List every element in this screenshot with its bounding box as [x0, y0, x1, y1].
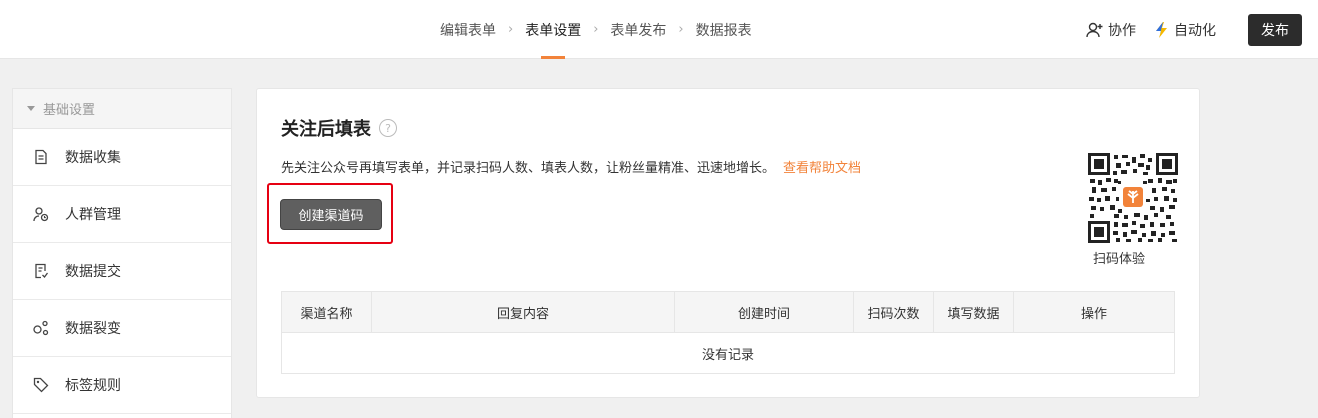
column-header: 扫码次数 [853, 291, 934, 333]
qr-code [1088, 153, 1178, 243]
document-icon [35, 149, 47, 165]
chevron-right-icon: › [678, 22, 684, 37]
step-label: 数据报表 [695, 22, 752, 39]
column-header: 填写数据 [933, 291, 1014, 333]
sidebar-item-audience-management[interactable]: 人群管理 [13, 186, 231, 243]
chevron-right-icon: › [593, 22, 599, 37]
step-label: 表单设置 [525, 22, 582, 39]
sidebar-item-data-fission[interactable]: 数据裂变 [13, 300, 231, 357]
add-user-icon [1086, 22, 1103, 37]
table-header-row: 渠道名称 回复内容 创建时间 扫码次数 填写数据 操作 [281, 291, 1175, 333]
empty-state: 没有记录 [281, 332, 1175, 374]
collab-button[interactable]: 协作 [1086, 20, 1136, 40]
page-title-text: 关注后填表 [281, 119, 371, 140]
caret-down-icon [27, 106, 35, 111]
step-label: 编辑表单 [440, 22, 496, 39]
follow-then-fill-card: 关注后填表 ? 先关注公众号再填写表单，并记录扫码人数、填表人数，让粉丝量精准、… [256, 88, 1200, 398]
sidebar-item-label: 数据裂变 [65, 321, 121, 337]
step-edit-form[interactable]: 编辑表单 [440, 0, 496, 59]
automation-button[interactable]: 自动化 [1154, 20, 1216, 40]
lightning-icon [1156, 21, 1167, 38]
top-actions: 协作 自动化 发布 [1086, 0, 1302, 59]
page-title: 关注后填表 ? [281, 115, 397, 141]
submit-doc-icon [35, 263, 49, 279]
channel-table: 渠道名称 回复内容 创建时间 扫码次数 填写数据 操作 没有记录 [281, 291, 1175, 374]
column-header: 操作 [1013, 291, 1175, 333]
sidebar-item-label: 数据提交 [65, 264, 121, 280]
sidebar-section-header[interactable]: 基础设置 [13, 89, 231, 129]
sidebar-item-label: 数据收集 [65, 150, 121, 166]
sidebar-item-label: 人群管理 [65, 207, 121, 223]
sidebar-item-data-submission[interactable]: 数据提交 [13, 243, 231, 300]
step-form-settings[interactable]: 表单设置 [525, 0, 581, 59]
chevron-right-icon: › [508, 22, 514, 37]
column-header: 渠道名称 [281, 291, 372, 333]
step-data-report[interactable]: 数据报表 [696, 0, 752, 59]
step-form-publish[interactable]: 表单发布 [610, 0, 666, 59]
settings-sidebar: 基础设置 数据收集 人群管理 数据提交 数据裂变 标签规则 [12, 88, 232, 418]
create-channel-code-button[interactable]: 创建渠道码 [280, 199, 382, 230]
description: 先关注公众号再填写表单，并记录扫码人数、填表人数，让粉丝量精准、迅速地增长。 查看… [281, 157, 861, 176]
top-bar: 编辑表单 › 表单设置 › 表单发布 › 数据报表 协作 自动化 发布 [0, 0, 1318, 59]
share-nodes-icon [33, 320, 49, 336]
step-label: 表单发布 [610, 22, 667, 39]
step-nav: 编辑表单 › 表单设置 › 表单发布 › 数据报表 [440, 0, 752, 59]
help-doc-link[interactable]: 查看帮助文档 [783, 161, 861, 176]
table-row: 没有记录 [281, 332, 1175, 374]
collab-label: 协作 [1108, 22, 1136, 39]
description-text: 先关注公众号再填写表单，并记录扫码人数、填表人数，让粉丝量精准、迅速地增长。 [281, 161, 776, 176]
tag-icon [33, 377, 49, 393]
user-group-icon [33, 207, 49, 222]
column-header: 创建时间 [674, 291, 854, 333]
highlight-box: 创建渠道码 [267, 183, 393, 244]
sidebar-section-title: 基础设置 [43, 103, 96, 118]
column-header: 回复内容 [371, 291, 675, 333]
publish-button[interactable]: 发布 [1248, 13, 1302, 46]
automation-label: 自动化 [1174, 22, 1216, 39]
sidebar-item-data-collection[interactable]: 数据收集 [13, 129, 231, 186]
qr-label: 扫码体验 [1093, 252, 1146, 267]
sidebar-item-tag-rules[interactable]: 标签规则 [13, 357, 231, 414]
question-icon[interactable]: ? [379, 119, 397, 137]
sidebar-item-label: 标签规则 [65, 378, 121, 394]
